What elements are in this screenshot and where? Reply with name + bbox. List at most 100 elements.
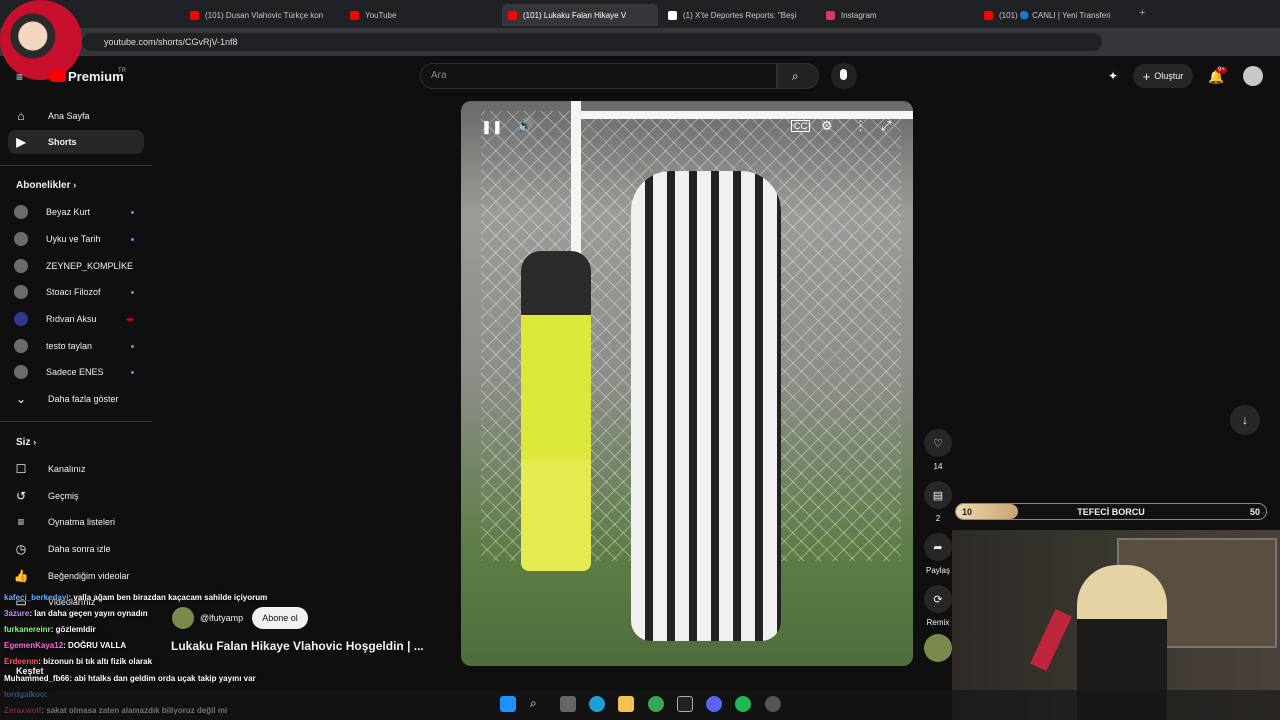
sidebar-item-subscription[interactable]: Uyku ve Tarih (8, 227, 144, 251)
file-explorer-icon[interactable] (618, 696, 634, 712)
edge-icon[interactable] (589, 696, 605, 712)
chat-text: : bizonun bi tık altı fizik olarak (38, 657, 153, 666)
sidebar-item-subscription[interactable]: Stoacı Filozof (8, 280, 144, 304)
browser-tab[interactable]: (1) X'te Deportes Reports: "Beşi (662, 4, 817, 26)
sidebar-item-watch-later[interactable]: ◷ Daha sonra izle (8, 537, 144, 561)
captions-icon[interactable]: CC (791, 120, 810, 132)
shorts-video-player[interactable]: ❚❚ 🔊 CC ⚙ ⋮ ⤢ (461, 101, 913, 666)
chat-text: : DOĞRU VALLA (63, 641, 127, 650)
sound-thumbnail[interactable] (924, 634, 952, 662)
studio-icon[interactable]: ✦ (1108, 69, 1118, 83)
browser-tab[interactable]: YouTube (344, 4, 502, 26)
logo-text[interactable]: Premium (68, 69, 124, 84)
search-button[interactable]: ⌕ (777, 63, 819, 89)
channel-avatar[interactable] (172, 607, 194, 629)
browser-tab[interactable]: (101) Dusan Vlahovic Türkçe kon (184, 4, 344, 26)
url-field[interactable]: youtube.com/shorts/CGvRjV-1nf8 (82, 33, 1102, 51)
tab-title: Instagram (841, 10, 877, 20)
menu-icon[interactable]: ≡ (16, 70, 23, 84)
remix-icon: ⟳ (933, 593, 943, 606)
obs-icon[interactable] (765, 696, 781, 712)
channel-info[interactable]: @lfutyamp (172, 607, 243, 629)
settings-icon[interactable]: ⚙ (821, 118, 833, 134)
sidebar-item-playlists[interactable]: ≡ Oynatma listeleri (8, 510, 144, 534)
chat-text: : abi htalks dan geldim orda uçak takip … (69, 674, 256, 683)
chat-username: furkanereinr (4, 625, 51, 634)
chrome-icon[interactable] (648, 696, 664, 712)
sidebar-item-subscription[interactable]: Rıdvan Aksu (8, 307, 144, 331)
chat-message: Muhammed_fb66: abi htalks dan geldim ord… (4, 674, 256, 683)
channel-avatar (14, 339, 28, 353)
sidebar-item-history[interactable]: ↺ Geçmiş (8, 484, 144, 508)
share-button[interactable]: ➦ (924, 533, 952, 561)
comments-button[interactable]: ▤ (924, 481, 952, 509)
volume-icon[interactable]: 🔊 (517, 118, 533, 134)
channel-avatar (14, 205, 28, 219)
donation-goal-bar: 10 TEFECİ BORCU 50 (955, 503, 1267, 520)
voice-search-button[interactable] (831, 63, 857, 89)
clock-icon: ◷ (15, 542, 27, 556)
notification-badge: 9+ (1216, 67, 1227, 73)
youtube-icon (190, 10, 199, 20)
video-title[interactable]: Lukaku Falan Hikaye Vlahovic Hoşgeldin |… (171, 639, 424, 653)
like-button[interactable]: ♡ (924, 429, 952, 457)
goal-target: 50 (1249, 507, 1260, 517)
channel-avatar (14, 285, 28, 299)
history-icon: ↺ (15, 489, 27, 503)
create-label: Oluştur (1154, 71, 1184, 81)
search-icon: ⌕ (792, 69, 799, 83)
chat-message: EgemenKaya12: DOĞRU VALLA (4, 641, 126, 650)
chat-text: : gözlemldir (50, 625, 96, 634)
you-heading[interactable]: Siz › (16, 437, 36, 448)
sidebar-item-subscription[interactable]: Beyaz Kurt (8, 200, 144, 224)
chat-username: EgemenKaya12 (4, 641, 64, 650)
sidebar-item-shorts[interactable]: ▶ Shorts (8, 130, 144, 154)
browser-tab[interactable]: (101) 🔵 CANLI | Yeni Transferi (978, 4, 1128, 26)
heart-icon: ♡ (933, 437, 943, 450)
create-button[interactable]: + Oluştur (1133, 64, 1193, 88)
microphone-icon (1030, 609, 1072, 671)
channel-avatar (14, 232, 28, 246)
spotify-icon[interactable] (735, 696, 751, 712)
avatar[interactable] (1243, 66, 1263, 86)
pause-icon[interactable]: ❚❚ (481, 119, 503, 135)
youtube-logo-icon[interactable] (50, 70, 66, 82)
home-icon: ⌂ (17, 109, 25, 123)
search-input[interactable]: Ara (420, 63, 777, 89)
comment-icon: ▤ (932, 489, 944, 502)
tab-title: (101) Lukaku Falan Hikaye V (523, 10, 627, 20)
next-video-button[interactable]: ↓ (1230, 405, 1260, 435)
show-more-button[interactable]: ⌄ Daha fazla göster (8, 387, 144, 411)
chat-username: Muhammed_fb66 (4, 674, 70, 683)
sidebar-item-subscription[interactable]: Sadece ENES (8, 360, 144, 384)
playlist-icon: ≡ (17, 515, 25, 529)
channel-avatar (14, 312, 28, 326)
tab-title: (101) Dusan Vlahovic Türkçe kon (205, 10, 324, 20)
fullscreen-icon[interactable]: ⤢ (881, 118, 891, 134)
sidebar-item-home[interactable]: ⌂ Ana Sayfa (8, 104, 144, 128)
new-tab-icon[interactable]: + (1139, 7, 1145, 19)
browser-tab[interactable]: Instagram (820, 4, 975, 26)
sidebar-item-label: Ana Sayfa (48, 111, 90, 121)
channel-name[interactable]: @lfutyamp (200, 613, 243, 623)
chat-message: furkanereinr: gözlemldir (4, 625, 96, 634)
tab-title: YouTube (365, 10, 397, 20)
youtube-icon (508, 10, 517, 20)
like-count: 14 (933, 462, 943, 471)
subscribe-button[interactable]: Abone ol (252, 607, 308, 629)
sidebar-item-subscription[interactable]: testo taylan (8, 334, 144, 358)
browser-tab-active[interactable]: (101) Lukaku Falan Hikaye V (502, 4, 658, 26)
x-app-icon[interactable] (677, 696, 693, 712)
sidebar-divider (0, 165, 152, 166)
windows-start-icon[interactable] (500, 696, 516, 712)
sidebar-item-your-channel[interactable]: ☐ Kanalınız (8, 457, 144, 481)
task-view-icon[interactable] (560, 696, 576, 712)
sidebar-item-subscription[interactable]: ZEYNEP_KOMPLİKE (8, 254, 144, 278)
remix-button[interactable]: ⟳ (924, 585, 952, 613)
discord-icon[interactable] (706, 696, 722, 712)
search-icon[interactable]: ⌕ (530, 696, 546, 712)
logo-country: TR (118, 68, 126, 74)
more-options-icon[interactable]: ⋮ (854, 118, 867, 134)
sidebar-item-liked-videos[interactable]: 👍 Beğendiğim videolar (8, 564, 144, 588)
subscriptions-heading[interactable]: Abonelikler › (16, 180, 76, 191)
